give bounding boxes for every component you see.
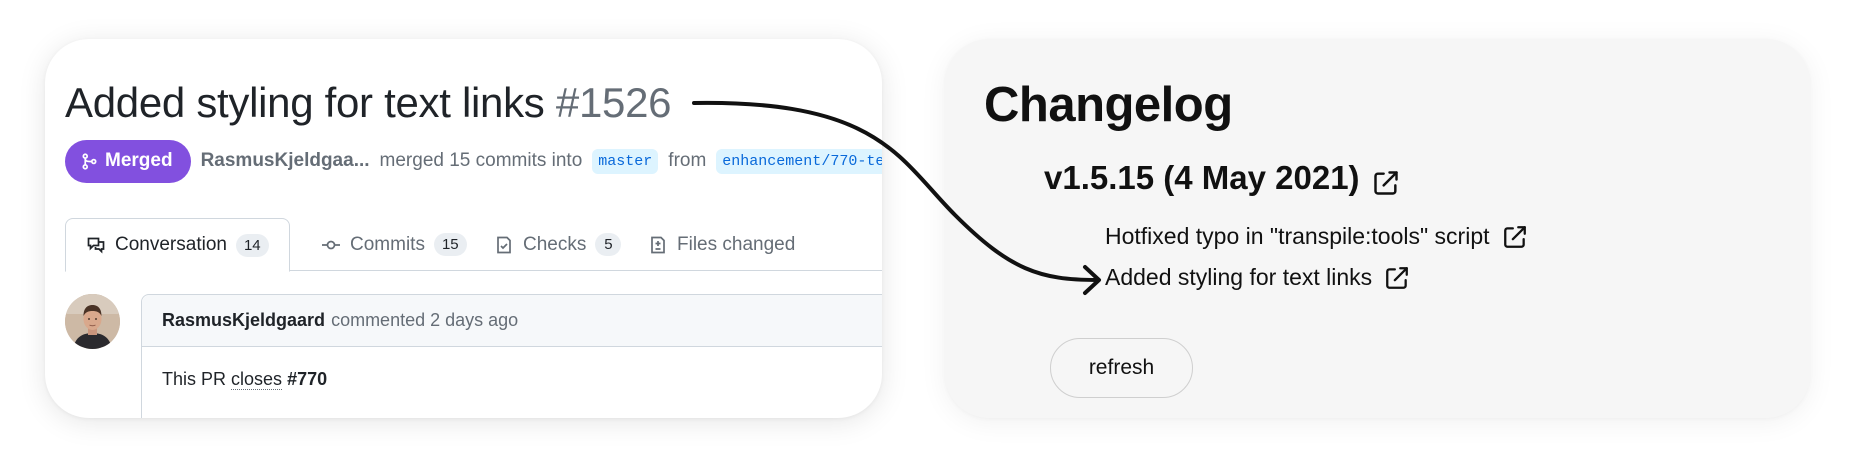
tab-conversation[interactable]: Conversation 14 [65,218,290,272]
base-branch[interactable]: master [592,148,659,174]
external-link-icon[interactable] [1502,224,1528,250]
comment-body-prefix: This PR [162,369,227,389]
tab-count: 5 [595,233,622,256]
tab-count: 15 [433,233,467,256]
comment-meta[interactable]: commented 2 days ago [331,310,518,331]
changelog-item: Added styling for text links [1105,264,1410,291]
checklist-icon [497,236,511,253]
changelog-item: Hotfixed typo in "transpile:tools" scrip… [1105,223,1528,250]
tab-label: Conversation [115,234,227,255]
comment-body: This PR closes #770 [142,347,882,412]
changelog-item-text: Added styling for text links [1105,264,1373,290]
avatar[interactable] [65,294,120,349]
tab-commits[interactable]: Commits 15 [301,218,487,271]
pr-author-link[interactable]: RasmusKjeldgaa... [201,150,370,172]
comment: RasmusKjeldgaard commented 2 days ago Th… [141,294,882,418]
comment-author[interactable]: RasmusKjeldgaard [162,310,325,331]
pr-tabs: Conversation 14 Commits 15 Checks 5 File… [65,218,882,272]
pr-meta: Merged RasmusKjeldgaa... merged 15 commi… [65,139,882,183]
tab-label: Files changed [677,233,796,255]
pr-title: Added styling for text links #1526 [65,79,671,127]
external-link-icon[interactable] [1384,265,1410,291]
issue-link[interactable]: #770 [287,369,327,389]
merge-text: merged 15 commits into [379,150,583,171]
head-branch[interactable]: enhancement/770-te [716,148,882,174]
merged-badge: Merged [65,139,191,183]
external-link-icon[interactable] [1372,169,1400,197]
changelog-card: Changelog v1.5.15 (4 May 2021) Hotfixed … [945,39,1810,418]
git-merge-icon [82,152,97,170]
tab-count: 14 [235,233,269,257]
tab-files-changed[interactable]: Files changed [628,218,815,271]
pr-title-text: Added styling for text links [65,79,545,126]
changelog-title: Changelog [984,78,1233,132]
pr-number: #1526 [555,79,672,126]
from-text: from [668,150,707,171]
refresh-button[interactable]: refresh [1050,338,1193,398]
comment-header: RasmusKjeldgaard commented 2 days ago [142,295,882,347]
closes-keyword: closes [231,369,283,390]
changelog-version: v1.5.15 (4 May 2021) [1044,159,1400,197]
pull-request-card: Added styling for text links #1526 Merge… [45,39,882,418]
git-commit-icon [322,240,340,249]
version-heading: v1.5.15 (4 May 2021) [1044,159,1360,196]
file-diff-icon [651,236,665,253]
merged-badge-label: Merged [105,150,173,171]
comment-discussion-icon [87,237,105,254]
changelog-item-text: Hotfixed typo in "transpile:tools" scrip… [1105,223,1490,249]
tab-checks[interactable]: Checks 5 [474,218,641,271]
tab-label: Checks [523,233,587,255]
tab-label: Commits [350,233,425,255]
